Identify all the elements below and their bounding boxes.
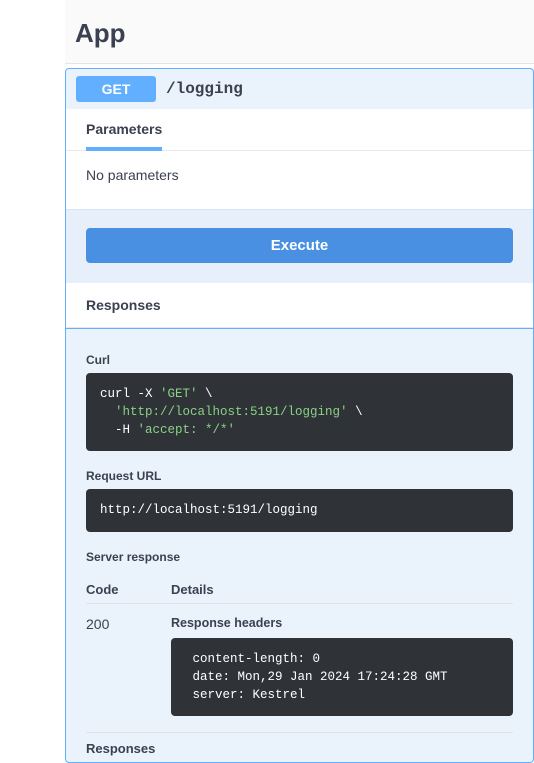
- execute-row: Execute: [66, 209, 533, 283]
- response-row: 200 Response headers content-length: 0 d…: [86, 604, 513, 728]
- request-url-label: Request URL: [86, 469, 513, 483]
- responses-footer-label: Responses: [86, 741, 513, 758]
- server-response-label: Server response: [86, 550, 513, 564]
- execute-button[interactable]: Execute: [86, 228, 513, 263]
- app-title: App: [75, 18, 534, 49]
- details-column-header: Details: [171, 582, 513, 597]
- tab-parameters[interactable]: Parameters: [86, 121, 162, 151]
- request-url-block[interactable]: http://localhost:5191/logging: [86, 489, 513, 531]
- status-code: 200: [86, 616, 171, 716]
- responses-footer-row: Responses: [86, 732, 513, 758]
- no-parameters-text: No parameters: [86, 167, 179, 183]
- operation-block: GET /logging Parameters No parameters Ex…: [65, 68, 534, 763]
- operation-summary[interactable]: GET /logging: [66, 69, 533, 109]
- code-column-header: Code: [86, 582, 171, 597]
- curl-label: Curl: [86, 353, 513, 367]
- responses-title: Responses: [86, 297, 161, 313]
- http-method-badge: GET: [76, 76, 156, 102]
- endpoint-path: /logging: [166, 80, 243, 98]
- curl-block[interactable]: curl -X 'GET' \ 'http://localhost:5191/l…: [86, 373, 513, 451]
- page-header: App: [65, 0, 534, 64]
- parameters-body: No parameters: [66, 151, 533, 209]
- tab-header: Parameters: [66, 109, 533, 151]
- responses-body: Curl curl -X 'GET' \ 'http://localhost:5…: [66, 328, 533, 762]
- response-headers-label: Response headers: [171, 616, 513, 630]
- responses-section-header: Responses: [66, 283, 533, 328]
- response-table-header: Code Details: [86, 570, 513, 604]
- response-headers-block[interactable]: content-length: 0 date: Mon,29 Jan 2024 …: [171, 638, 513, 716]
